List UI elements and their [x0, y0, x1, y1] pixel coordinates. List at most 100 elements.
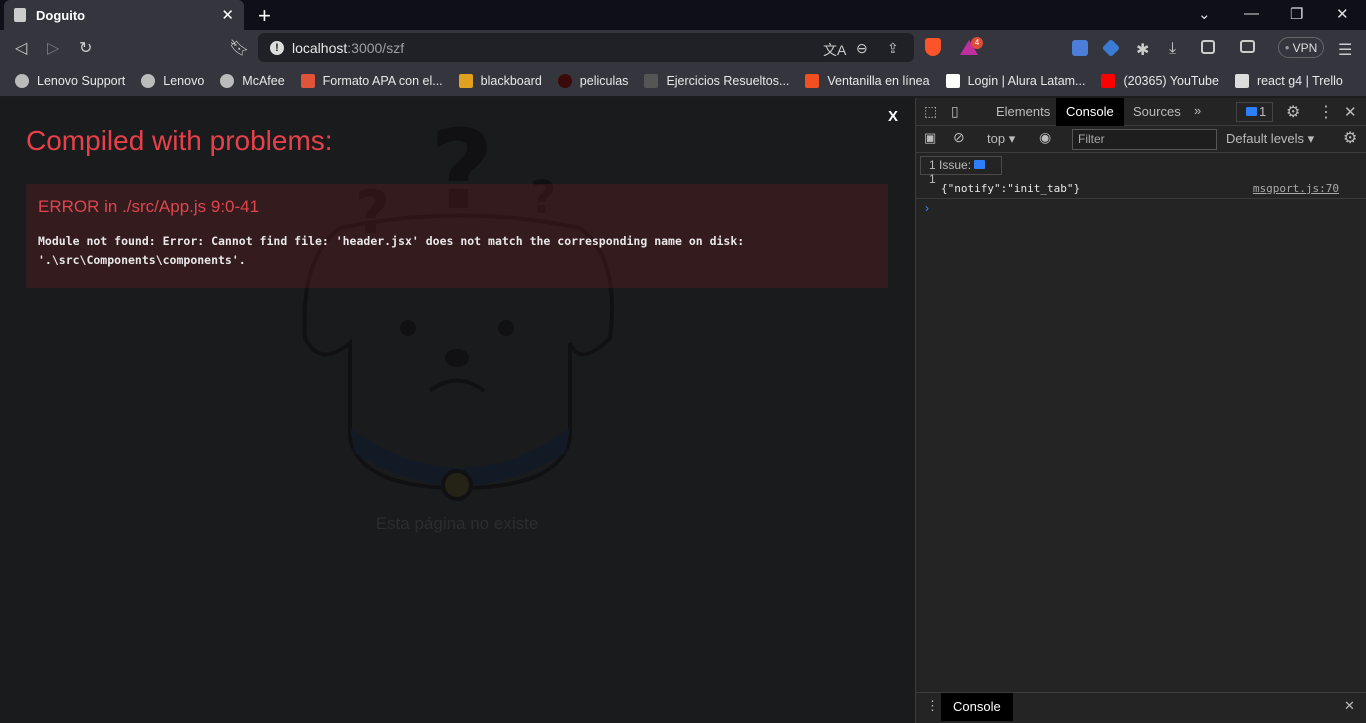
bookmark-label: blackboard [480, 73, 542, 88]
bookmark-item[interactable]: Formato APA con el... [300, 73, 443, 88]
vpn-dot-icon: ● [1284, 43, 1290, 52]
wallet-icon[interactable] [1240, 40, 1255, 53]
close-devtools-icon[interactable]: ✕ [1344, 103, 1357, 121]
console-toolbar: ▣ ⊘ top ▾ ◉ Filter Default levels ▾ ⚙ [916, 126, 1366, 153]
alura-icon [945, 73, 960, 88]
bird-icon [644, 73, 659, 88]
issues-counter[interactable]: 1 [1236, 102, 1274, 122]
zoom-out-icon[interactable]: ⊖ [856, 40, 868, 57]
bookmark-label: peliculas [579, 73, 629, 88]
download-icon[interactable]: ⤓ [1169, 40, 1176, 58]
error-box: ERROR in ./src/App.js 9:0-41 Module not … [26, 184, 888, 288]
menu-icon[interactable]: ☰ [1338, 40, 1352, 60]
log-message: {"notify":"init_tab"} [941, 182, 1081, 195]
bookmark-item[interactable]: react g4 | Trello [1234, 73, 1343, 88]
issues-count: 1 [1259, 104, 1267, 119]
bookmark-item[interactable]: Login | Alura Latam... [945, 73, 1085, 88]
bookmark-label: Formato APA con el... [322, 73, 443, 88]
bookmark-item[interactable]: blackboard [458, 73, 542, 88]
google-translate-ext-icon[interactable] [1072, 40, 1088, 56]
tab-doguito[interactable]: Doguito ✕ [4, 0, 244, 30]
windows-logo-icon [805, 73, 820, 88]
tab-search-icon[interactable]: ⌄ [1198, 5, 1211, 23]
brave-shields-icon[interactable] [925, 38, 941, 56]
bookmarks-bar: Lenovo Support Lenovo McAfee Formato APA co… [0, 65, 1366, 96]
minimize-button[interactable]: — [1244, 5, 1259, 22]
back-icon[interactable]: ◁ [15, 38, 27, 58]
drawer-menu-icon[interactable]: ⋮ [926, 698, 939, 714]
show-sidebar-icon[interactable]: ▣ [924, 130, 936, 146]
tab-sources[interactable]: Sources [1123, 98, 1191, 126]
graduation-cap-icon [300, 73, 315, 88]
console-prompt[interactable]: › [925, 201, 929, 215]
globe-icon [220, 73, 235, 88]
vpn-button[interactable]: ● VPN [1278, 37, 1324, 58]
sidebar-icon[interactable] [1201, 40, 1215, 54]
trello-icon [1234, 73, 1249, 88]
bookmark-label: Lenovo Support [37, 73, 126, 88]
drawer-tab-console[interactable]: Console [941, 693, 1013, 721]
info-icon[interactable]: ! [270, 40, 284, 55]
more-tabs-icon[interactable]: » [1194, 103, 1201, 118]
bookmark-item[interactable]: (20365) YouTube [1101, 73, 1219, 88]
log-levels-dropdown[interactable]: Default levels ▾ [1226, 131, 1314, 147]
restore-button[interactable]: ❐ [1290, 5, 1303, 23]
sad-dog-illustration: ? ? ? [302, 108, 614, 501]
pencil-icon [458, 73, 473, 88]
error-message: Module not found: Error: Cannot find fil… [38, 234, 745, 267]
issues-label: 1 Issue: [929, 158, 972, 172]
bookmark-label: react g4 | Trello [1256, 73, 1343, 88]
devtools-drawer: ⋮ Console ✕ [916, 692, 1366, 721]
close-window-button[interactable]: ✕ [1336, 5, 1349, 23]
bookmark-icon[interactable]: 🔖︎ [229, 38, 249, 58]
log-source-link[interactable]: msgport.js:70 [1253, 182, 1339, 195]
overlay-close-button[interactable]: X [888, 108, 898, 125]
device-toolbar-icon[interactable]: ▯ [951, 103, 959, 120]
live-expression-eye-icon[interactable]: ◉ [1039, 129, 1051, 146]
youtube-icon [1101, 73, 1116, 88]
new-tab-button[interactable]: + [258, 3, 271, 29]
bookmark-item[interactable]: Lenovo [141, 73, 205, 88]
bookmark-item[interactable]: Lenovo Support [15, 73, 126, 88]
vpn-label: VPN [1292, 40, 1318, 55]
filter-input[interactable]: Filter [1072, 129, 1217, 150]
page-content: ? ? ? Esta página no existe X Compiled w… [0, 98, 914, 723]
globe-icon [141, 73, 156, 88]
extensions-puzzle-icon[interactable]: ✱ [1136, 40, 1149, 60]
context-selector[interactable]: top ▾ [987, 131, 1015, 147]
context-label: top [987, 131, 1006, 146]
settings-icon[interactable]: ⚙ [1286, 102, 1300, 122]
share-icon[interactable]: ⇪ [887, 40, 899, 57]
inspect-element-icon[interactable]: ⬚ [924, 103, 937, 120]
bookmark-item[interactable]: peliculas [557, 73, 629, 88]
url-host: localhost [292, 39, 348, 56]
tab-title: Doguito [36, 7, 86, 23]
circle-icon [557, 73, 572, 88]
console-settings-icon[interactable]: ⚙ [1343, 128, 1357, 148]
bookmark-label: (20365) YouTube [1123, 73, 1219, 88]
reload-icon[interactable]: ↻ [79, 38, 92, 58]
bookmark-item[interactable]: Ventanilla en línea [805, 73, 930, 88]
bookmark-label: Lenovo [163, 73, 205, 88]
tab-close-icon[interactable]: ✕ [221, 6, 234, 24]
tab-console[interactable]: Console [1056, 98, 1124, 126]
levels-label: Default levels [1226, 131, 1305, 146]
close-drawer-icon[interactable]: ✕ [1344, 698, 1355, 714]
clear-console-icon[interactable]: ⊘ [953, 129, 965, 146]
issues-button[interactable]: 1 Issue:1 [920, 156, 1002, 186]
console-log-row: {"notify":"init_tab"} msgport.js:70 [916, 178, 1366, 199]
more-options-icon[interactable]: ⋮ [1318, 102, 1334, 122]
favicon-icon [14, 8, 26, 22]
globe-icon [15, 73, 29, 88]
address-bar[interactable]: ! localhost:3000/szf [258, 33, 914, 62]
bookmark-label: Ventanilla en línea [827, 73, 930, 88]
devtools-panel: ⬚ ▯ Elements Console Sources » 1 ⚙ ⋮ ✕ ▣… [915, 98, 1366, 723]
bookmark-item[interactable]: Ejercicios Resueltos... [644, 73, 789, 88]
forward-icon[interactable]: ▷ [47, 38, 59, 58]
devtools-tabbar: ⬚ ▯ Elements Console Sources » 1 ⚙ ⋮ ✕ [916, 98, 1366, 126]
error-heading: ERROR in ./src/App.js 9:0-41 [38, 197, 260, 216]
bookmark-item[interactable]: McAfee [220, 73, 285, 88]
translate-icon[interactable]: 文A [823, 40, 846, 60]
tab-elements[interactable]: Elements [986, 98, 1060, 126]
message-icon [974, 160, 986, 169]
